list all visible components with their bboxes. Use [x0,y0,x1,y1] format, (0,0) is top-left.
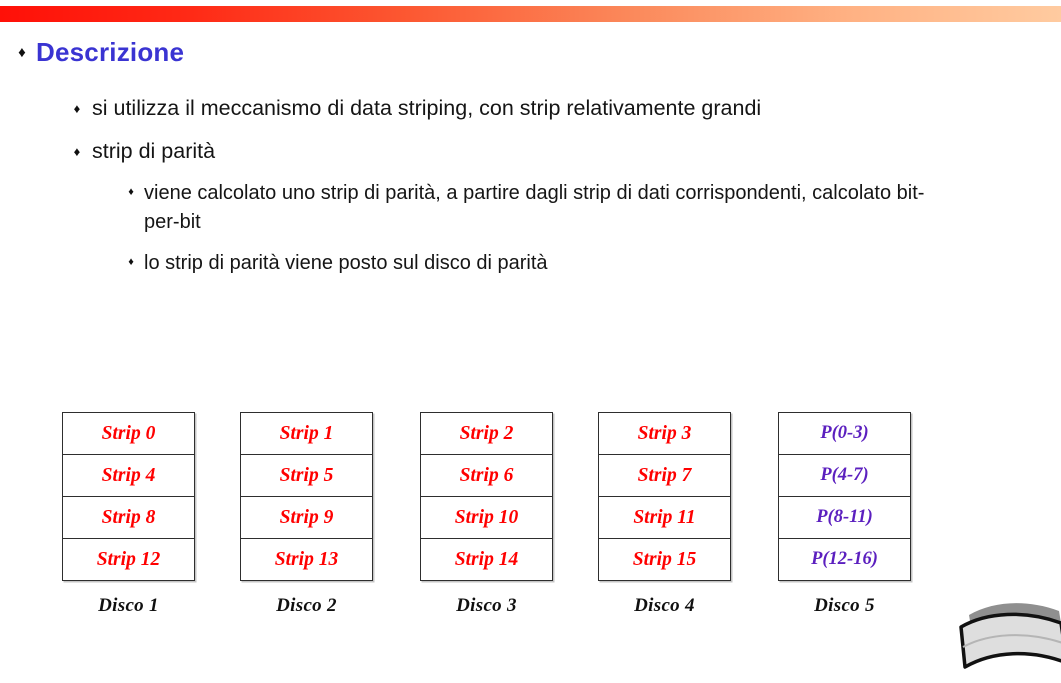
decorative-top-gradient-bar [0,6,1061,22]
disk-column-5-parity: P(0-3) P(4-7) P(8-11) P(12-16) Disco 5 [778,412,911,617]
strip-cell: Strip 8 [62,496,195,539]
parity-cell: P(4-7) [778,454,911,497]
strip-cell: Strip 6 [420,454,553,497]
diamond-bullet-icon: ♦ [73,100,81,116]
strip-cell: Strip 7 [598,454,731,497]
disk-column-2: Strip 1 Strip 5 Strip 9 Strip 13 Disco 2 [240,412,373,617]
diamond-bullet-icon: ♦ [128,185,134,198]
disk-strip-table: Strip 0 Strip 4 Strip 8 Strip 12 [62,412,195,581]
strip-cell: Strip 9 [240,496,373,539]
table-row: Strip 15 [598,538,731,581]
page-title: Descrizione [36,37,185,67]
parity-cell: P(0-3) [778,412,911,455]
table-row: Strip 3 [598,412,731,455]
table-row: Strip 11 [598,496,731,539]
diamond-bullet-icon: ♦ [73,143,81,159]
table-row: Strip 5 [240,454,373,497]
disk-column-4: Strip 3 Strip 7 Strip 11 Strip 15 Disco … [598,412,731,617]
strip-cell: Strip 14 [420,538,553,581]
diamond-bullet-icon: ♦ [128,255,134,268]
strip-cell: Strip 10 [420,496,553,539]
strip-cell: Strip 3 [598,412,731,455]
strip-cell: Strip 4 [62,454,195,497]
table-row: Strip 12 [62,538,195,581]
strip-cell: Strip 2 [420,412,553,455]
strip-cell: Strip 11 [598,496,731,539]
disk-caption: Disco 3 [456,595,517,616]
table-row: Strip 0 [62,412,195,455]
parity-cell: P(12-16) [778,538,911,581]
disk-caption: Disco 1 [98,595,159,616]
strip-cell: Strip 15 [598,538,731,581]
table-row: Strip 1 [240,412,373,455]
table-row: Strip 10 [420,496,553,539]
bullet-text: si utilizza il meccanismo di data stripi… [92,95,762,120]
disk-parity-table: P(0-3) P(4-7) P(8-11) P(12-16) [778,412,911,581]
disk-caption: Disco 4 [634,595,695,616]
strip-cell: Strip 5 [240,454,373,497]
table-row: Strip 4 [62,454,195,497]
table-row: P(0-3) [778,412,911,455]
table-row: P(8-11) [778,496,911,539]
slide-outline: ♦ Descrizione ♦ si utilizza il meccanism… [0,36,1061,280]
disk-caption: Disco 5 [814,595,875,616]
table-row: Strip 6 [420,454,553,497]
strip-cell: Strip 1 [240,412,373,455]
disk-strip-table: Strip 2 Strip 6 Strip 10 Strip 14 [420,412,553,581]
table-row: Strip 9 [240,496,373,539]
bullet-item-striping: ♦ si utilizza il meccanismo di data stri… [0,93,1061,124]
disk-column-3: Strip 2 Strip 6 Strip 10 Strip 14 Disco … [420,412,553,617]
bullet-text: viene calcolato uno strip di parità, a p… [144,181,925,233]
disk-strip-table: Strip 1 Strip 5 Strip 9 Strip 13 [240,412,373,581]
table-row: P(12-16) [778,538,911,581]
disk-column-1: Strip 0 Strip 4 Strip 8 Strip 12 Disco 1 [62,412,195,617]
table-row: Strip 8 [62,496,195,539]
disk-strip-table: Strip 3 Strip 7 Strip 11 Strip 15 [598,412,731,581]
disk-caption: Disco 2 [276,595,337,616]
table-row: Strip 7 [598,454,731,497]
bullet-item-parity-strip: ♦ strip di parità [0,136,1061,167]
strip-cell: Strip 13 [240,538,373,581]
heading-row: ♦ Descrizione [0,36,1061,69]
strip-cell: Strip 0 [62,412,195,455]
table-row: P(4-7) [778,454,911,497]
raid-disk-diagram: Strip 0 Strip 4 Strip 8 Strip 12 Disco 1… [0,412,1061,622]
strip-cell: Strip 12 [62,538,195,581]
table-row: Strip 14 [420,538,553,581]
bullet-text: lo strip di parità viene posto sul disco… [144,251,548,274]
diamond-bullet-icon: ♦ [18,44,26,61]
parity-cell: P(8-11) [778,496,911,539]
bullet-item-parity-disk: ♦ lo strip di parità viene posto sul dis… [0,249,1061,278]
table-row: Strip 13 [240,538,373,581]
bullet-text: strip di parità [92,138,216,163]
bullet-item-parity-computation: ♦ viene calcolato uno strip di parità, a… [0,179,1061,237]
table-row: Strip 2 [420,412,553,455]
